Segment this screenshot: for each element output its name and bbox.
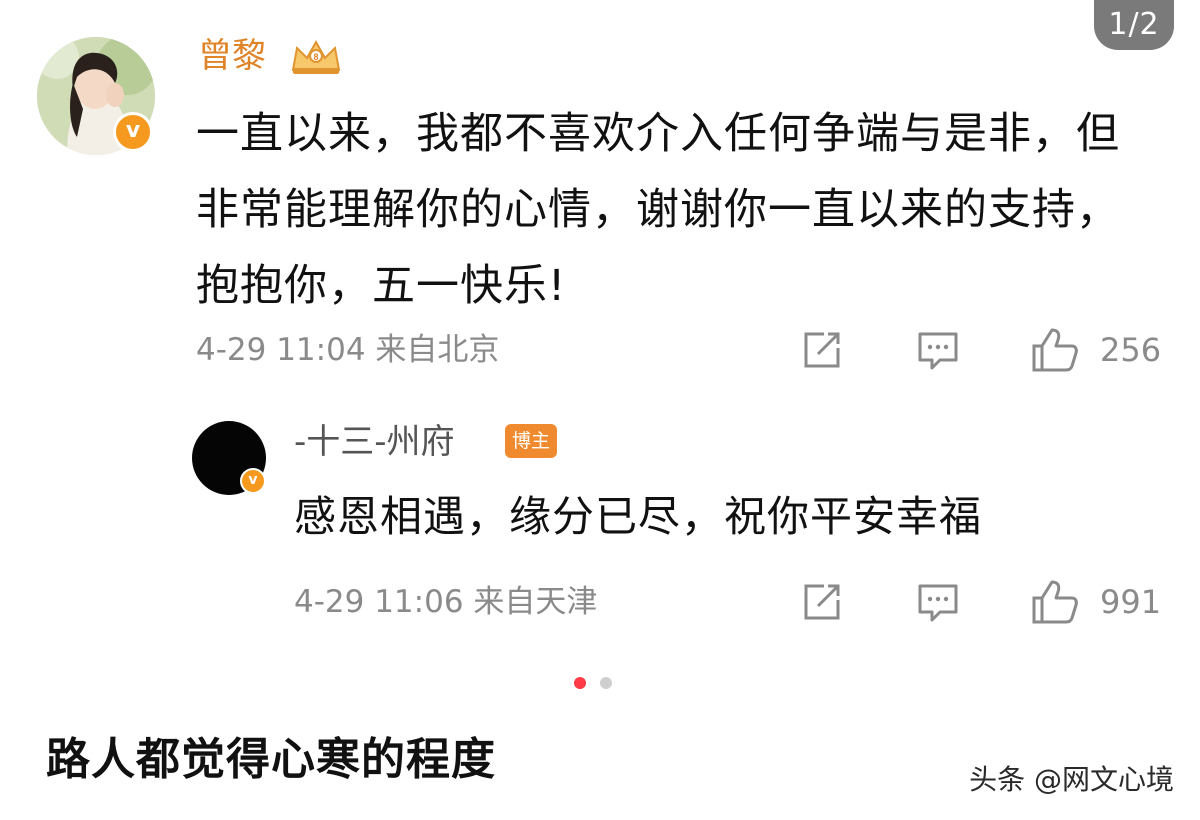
watermark: 头条 @网文心境 — [969, 763, 1174, 796]
v-badge-icon: v — [240, 468, 266, 494]
reply-meta: 4-29 11:06 来自天津 — [294, 584, 598, 620]
comment-icon[interactable] — [916, 328, 960, 372]
comment-meta: 4-29 11:04 来自北京 — [196, 332, 500, 368]
share-icon[interactable] — [800, 328, 844, 372]
carousel-dot-active[interactable] — [574, 677, 586, 689]
caption: 路人都觉得心寒的程度 — [46, 734, 496, 785]
v-badge-icon: v — [113, 112, 153, 152]
carousel-dot[interactable] — [600, 677, 612, 689]
reply-username[interactable]: -十三-州府 — [294, 420, 455, 464]
thumbs-up-icon[interactable] — [1030, 578, 1080, 626]
svg-text:8: 8 — [313, 52, 318, 62]
blogger-badge: 博主 — [505, 424, 557, 458]
share-icon[interactable] — [800, 580, 844, 624]
comment-username[interactable]: 曾黎 — [198, 34, 266, 78]
crown-badge-icon: 8 — [291, 39, 341, 74]
like-count: 256 — [1100, 331, 1162, 369]
reply-text: 感恩相遇，缘分已尽，祝你平安幸福 — [294, 492, 983, 541]
page-indicator: 1/2 — [1094, 0, 1174, 50]
thumbs-up-icon[interactable] — [1030, 326, 1080, 374]
like-count: 991 — [1100, 583, 1162, 621]
comment-icon[interactable] — [916, 580, 960, 624]
comment-text: 一直以来，我都不喜欢介入任何争端与是非，但非常能理解你的心情，谢谢你一直以来的支… — [196, 109, 1120, 311]
